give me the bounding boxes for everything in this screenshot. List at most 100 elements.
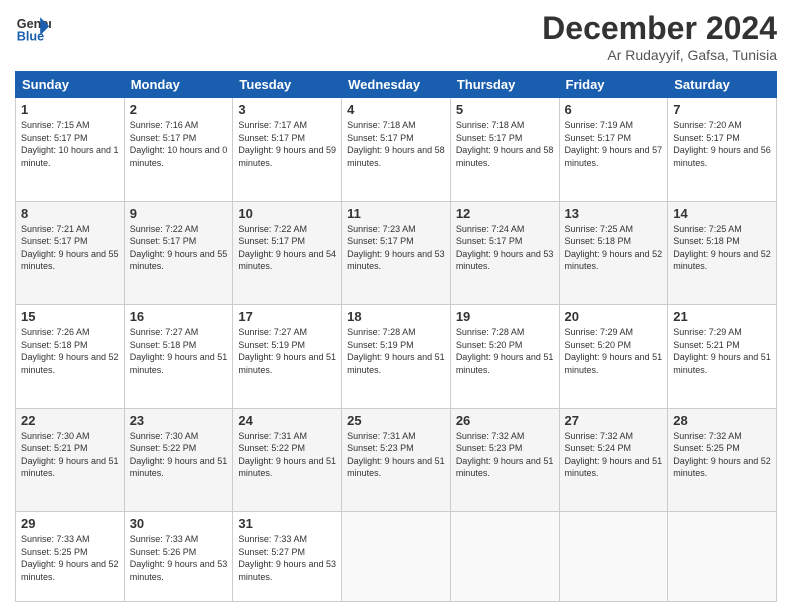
calendar-cell	[450, 512, 559, 602]
day-number: 31	[238, 516, 336, 531]
day-number: 27	[565, 413, 663, 428]
day-info: Sunrise: 7:32 AMSunset: 5:25 PMDaylight:…	[673, 431, 771, 479]
calendar-week-row: 29 Sunrise: 7:33 AMSunset: 5:25 PMDaylig…	[16, 512, 777, 602]
calendar-cell	[342, 512, 451, 602]
day-info: Sunrise: 7:28 AMSunset: 5:19 PMDaylight:…	[347, 327, 445, 375]
day-number: 16	[130, 309, 228, 324]
day-info: Sunrise: 7:33 AMSunset: 5:25 PMDaylight:…	[21, 534, 119, 582]
weekday-header: Saturday	[668, 72, 777, 98]
day-info: Sunrise: 7:32 AMSunset: 5:23 PMDaylight:…	[456, 431, 554, 479]
calendar-cell: 19 Sunrise: 7:28 AMSunset: 5:20 PMDaylig…	[450, 305, 559, 409]
calendar-week-row: 1 Sunrise: 7:15 AMSunset: 5:17 PMDayligh…	[16, 98, 777, 202]
day-info: Sunrise: 7:20 AMSunset: 5:17 PMDaylight:…	[673, 120, 771, 168]
calendar-cell: 14 Sunrise: 7:25 AMSunset: 5:18 PMDaylig…	[668, 201, 777, 305]
weekday-header: Sunday	[16, 72, 125, 98]
calendar-cell: 8 Sunrise: 7:21 AMSunset: 5:17 PMDayligh…	[16, 201, 125, 305]
day-number: 13	[565, 206, 663, 221]
day-info: Sunrise: 7:29 AMSunset: 5:21 PMDaylight:…	[673, 327, 771, 375]
calendar-cell: 17 Sunrise: 7:27 AMSunset: 5:19 PMDaylig…	[233, 305, 342, 409]
header: General Blue December 2024 Ar Rudayyif, …	[15, 10, 777, 63]
month-title: December 2024	[542, 10, 777, 47]
calendar-week-row: 15 Sunrise: 7:26 AMSunset: 5:18 PMDaylig…	[16, 305, 777, 409]
day-info: Sunrise: 7:27 AMSunset: 5:18 PMDaylight:…	[130, 327, 228, 375]
day-number: 10	[238, 206, 336, 221]
day-number: 21	[673, 309, 771, 324]
calendar-cell: 6 Sunrise: 7:19 AMSunset: 5:17 PMDayligh…	[559, 98, 668, 202]
day-number: 17	[238, 309, 336, 324]
calendar-cell: 23 Sunrise: 7:30 AMSunset: 5:22 PMDaylig…	[124, 408, 233, 512]
day-info: Sunrise: 7:26 AMSunset: 5:18 PMDaylight:…	[21, 327, 119, 375]
weekday-header: Monday	[124, 72, 233, 98]
calendar-cell: 9 Sunrise: 7:22 AMSunset: 5:17 PMDayligh…	[124, 201, 233, 305]
day-number: 18	[347, 309, 445, 324]
day-number: 26	[456, 413, 554, 428]
calendar-cell: 28 Sunrise: 7:32 AMSunset: 5:25 PMDaylig…	[668, 408, 777, 512]
day-number: 6	[565, 102, 663, 117]
calendar-cell: 16 Sunrise: 7:27 AMSunset: 5:18 PMDaylig…	[124, 305, 233, 409]
day-number: 11	[347, 206, 445, 221]
calendar-cell: 31 Sunrise: 7:33 AMSunset: 5:27 PMDaylig…	[233, 512, 342, 602]
calendar-cell: 20 Sunrise: 7:29 AMSunset: 5:20 PMDaylig…	[559, 305, 668, 409]
weekday-header-row: SundayMondayTuesdayWednesdayThursdayFrid…	[16, 72, 777, 98]
weekday-header: Wednesday	[342, 72, 451, 98]
calendar-cell: 5 Sunrise: 7:18 AMSunset: 5:17 PMDayligh…	[450, 98, 559, 202]
calendar-cell: 12 Sunrise: 7:24 AMSunset: 5:17 PMDaylig…	[450, 201, 559, 305]
weekday-header: Thursday	[450, 72, 559, 98]
day-number: 7	[673, 102, 771, 117]
calendar-cell: 29 Sunrise: 7:33 AMSunset: 5:25 PMDaylig…	[16, 512, 125, 602]
day-info: Sunrise: 7:33 AMSunset: 5:26 PMDaylight:…	[130, 534, 228, 582]
logo: General Blue	[15, 10, 51, 46]
calendar-week-row: 8 Sunrise: 7:21 AMSunset: 5:17 PMDayligh…	[16, 201, 777, 305]
day-number: 4	[347, 102, 445, 117]
day-info: Sunrise: 7:21 AMSunset: 5:17 PMDaylight:…	[21, 224, 119, 272]
day-number: 28	[673, 413, 771, 428]
day-info: Sunrise: 7:24 AMSunset: 5:17 PMDaylight:…	[456, 224, 554, 272]
day-info: Sunrise: 7:30 AMSunset: 5:22 PMDaylight:…	[130, 431, 228, 479]
day-info: Sunrise: 7:17 AMSunset: 5:17 PMDaylight:…	[238, 120, 336, 168]
day-info: Sunrise: 7:22 AMSunset: 5:17 PMDaylight:…	[130, 224, 228, 272]
calendar-cell: 21 Sunrise: 7:29 AMSunset: 5:21 PMDaylig…	[668, 305, 777, 409]
day-number: 9	[130, 206, 228, 221]
day-info: Sunrise: 7:15 AMSunset: 5:17 PMDaylight:…	[21, 120, 119, 168]
day-number: 14	[673, 206, 771, 221]
day-info: Sunrise: 7:32 AMSunset: 5:24 PMDaylight:…	[565, 431, 663, 479]
calendar-cell: 30 Sunrise: 7:33 AMSunset: 5:26 PMDaylig…	[124, 512, 233, 602]
day-info: Sunrise: 7:18 AMSunset: 5:17 PMDaylight:…	[456, 120, 554, 168]
day-number: 15	[21, 309, 119, 324]
calendar-cell: 10 Sunrise: 7:22 AMSunset: 5:17 PMDaylig…	[233, 201, 342, 305]
day-info: Sunrise: 7:29 AMSunset: 5:20 PMDaylight:…	[565, 327, 663, 375]
day-number: 24	[238, 413, 336, 428]
svg-text:Blue: Blue	[17, 30, 44, 44]
day-number: 22	[21, 413, 119, 428]
day-info: Sunrise: 7:25 AMSunset: 5:18 PMDaylight:…	[565, 224, 663, 272]
calendar: SundayMondayTuesdayWednesdayThursdayFrid…	[15, 71, 777, 602]
day-number: 2	[130, 102, 228, 117]
day-number: 1	[21, 102, 119, 117]
day-info: Sunrise: 7:23 AMSunset: 5:17 PMDaylight:…	[347, 224, 445, 272]
weekday-header: Tuesday	[233, 72, 342, 98]
weekday-header: Friday	[559, 72, 668, 98]
calendar-cell: 4 Sunrise: 7:18 AMSunset: 5:17 PMDayligh…	[342, 98, 451, 202]
calendar-week-row: 22 Sunrise: 7:30 AMSunset: 5:21 PMDaylig…	[16, 408, 777, 512]
day-info: Sunrise: 7:31 AMSunset: 5:23 PMDaylight:…	[347, 431, 445, 479]
day-number: 30	[130, 516, 228, 531]
day-info: Sunrise: 7:30 AMSunset: 5:21 PMDaylight:…	[21, 431, 119, 479]
calendar-cell: 7 Sunrise: 7:20 AMSunset: 5:17 PMDayligh…	[668, 98, 777, 202]
calendar-cell: 27 Sunrise: 7:32 AMSunset: 5:24 PMDaylig…	[559, 408, 668, 512]
day-number: 25	[347, 413, 445, 428]
day-number: 5	[456, 102, 554, 117]
location: Ar Rudayyif, Gafsa, Tunisia	[542, 47, 777, 63]
day-info: Sunrise: 7:18 AMSunset: 5:17 PMDaylight:…	[347, 120, 445, 168]
day-info: Sunrise: 7:25 AMSunset: 5:18 PMDaylight:…	[673, 224, 771, 272]
day-info: Sunrise: 7:22 AMSunset: 5:17 PMDaylight:…	[238, 224, 336, 272]
day-number: 23	[130, 413, 228, 428]
calendar-cell: 13 Sunrise: 7:25 AMSunset: 5:18 PMDaylig…	[559, 201, 668, 305]
day-info: Sunrise: 7:33 AMSunset: 5:27 PMDaylight:…	[238, 534, 336, 582]
day-number: 8	[21, 206, 119, 221]
day-number: 3	[238, 102, 336, 117]
calendar-cell: 18 Sunrise: 7:28 AMSunset: 5:19 PMDaylig…	[342, 305, 451, 409]
calendar-cell: 22 Sunrise: 7:30 AMSunset: 5:21 PMDaylig…	[16, 408, 125, 512]
day-info: Sunrise: 7:28 AMSunset: 5:20 PMDaylight:…	[456, 327, 554, 375]
page: General Blue December 2024 Ar Rudayyif, …	[0, 0, 792, 612]
day-info: Sunrise: 7:16 AMSunset: 5:17 PMDaylight:…	[130, 120, 228, 168]
